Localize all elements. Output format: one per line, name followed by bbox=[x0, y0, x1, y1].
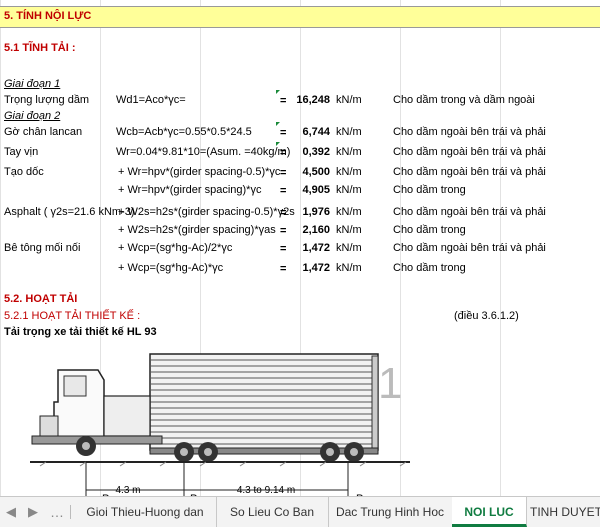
subsection-design-load: 5.2.1 HOẠT TẢI THIẾT KẾ : bbox=[4, 310, 141, 322]
row-unit: kN/m bbox=[336, 242, 362, 254]
row-formula: Wr=0.04*9.81*10=(Asum. =40kg/m) bbox=[116, 146, 291, 158]
row-formula: + Wr=hpv*(girder spacing-0.5)*γc bbox=[118, 166, 281, 178]
row-note: Cho dầm ngoài bên trái và phải bbox=[393, 206, 546, 218]
truck-title: Tải trọng xe tải thiết kế HL 93 bbox=[4, 326, 157, 338]
row-label: Bê tông mối nối bbox=[4, 242, 81, 254]
subsection-title: 5.1 TĨNH TẢI : bbox=[4, 42, 76, 54]
scroll-right-icon[interactable]: ▶ bbox=[28, 504, 38, 520]
row-note: Cho dầm trong bbox=[393, 184, 466, 196]
truck-drawing: 4.3 m 4.3 to 9.14 m P P P 1 bbox=[30, 353, 410, 496]
row-unit: kN/m bbox=[336, 94, 362, 106]
row-note: Cho dầm ngoài bên trái và phải bbox=[393, 242, 546, 254]
clause-ref: (điều 3.6.1.2) bbox=[454, 310, 519, 322]
row-label: Gờ chân lancan bbox=[4, 126, 83, 138]
tab-tinh-duyet[interactable]: TINH DUYET bbox=[526, 497, 600, 527]
row-formula: + Wr=hpv*(girder spacing)*γc bbox=[118, 184, 262, 196]
row-label: Tay vịn bbox=[4, 146, 39, 158]
row-formula: + W2s=h2s*(girder spacing)*γas bbox=[118, 224, 276, 236]
row-note: Cho dầm trong bbox=[393, 224, 466, 236]
row-unit: kN/m bbox=[336, 224, 362, 236]
large-digit: 1 bbox=[378, 359, 402, 408]
row-unit: kN/m bbox=[336, 262, 362, 274]
row-label: Asphalt ( γ2s=21.6 kNm-3) bbox=[4, 206, 135, 218]
dimension-1-label: 4.3 m bbox=[115, 485, 140, 496]
row-formula: + Wcp=(sg*hg-Ac)/2*γc bbox=[118, 242, 233, 254]
row-value[interactable]: 6,744 bbox=[282, 126, 330, 138]
row-value[interactable]: 16,248 bbox=[282, 94, 330, 106]
row-value[interactable]: 4,500 bbox=[282, 166, 330, 178]
comment-marker-icon bbox=[276, 122, 280, 126]
row-note: Cho dầm trong bbox=[393, 262, 466, 274]
row-formula: + Wcp=(sg*hg-Ac)*γc bbox=[118, 262, 224, 274]
more-sheets-icon[interactable]: … bbox=[50, 504, 64, 520]
row-unit: kN/m bbox=[336, 146, 362, 158]
scroll-left-icon[interactable]: ◀ bbox=[6, 504, 16, 520]
row-note: Cho dầm ngoài bên trái và phải bbox=[393, 126, 546, 138]
row-value[interactable]: 1,472 bbox=[282, 262, 330, 274]
row-unit: kN/m bbox=[336, 206, 362, 218]
section-header: 5. TÍNH NỘI LỰC bbox=[0, 6, 600, 28]
row-formula: + W2s=h2s*(girder spacing-0.5)*γ2s bbox=[118, 206, 295, 218]
tab-dac-trung[interactable]: Dac Trung Hinh Hoc bbox=[328, 497, 453, 527]
row-label: Tạo dốc bbox=[4, 166, 44, 178]
row-value[interactable]: 0,392 bbox=[282, 146, 330, 158]
row-value[interactable]: 4,905 bbox=[282, 184, 330, 196]
dimension-2-label: 4.3 to 9.14 m bbox=[237, 485, 295, 496]
stage-2-label: Giai đoạn 2 bbox=[4, 110, 61, 122]
row-unit: kN/m bbox=[336, 166, 362, 178]
tab-noi-luc[interactable]: NOI LUC bbox=[452, 497, 527, 527]
tab-separator bbox=[70, 505, 71, 519]
tab-so-lieu[interactable]: So Lieu Co Ban bbox=[216, 497, 329, 527]
row-formula: Wcb=Acb*γc=0.55*0.5*24.5 bbox=[116, 126, 252, 138]
stage-1-label: Giai đoạn 1 bbox=[4, 78, 61, 90]
worksheet[interactable]: 5. TÍNH NỘI LỰC 5.1 TĨNH TẢI : Giai đoạn… bbox=[0, 0, 600, 496]
row-note: Cho dầm ngoài bên trái và phải bbox=[393, 146, 546, 158]
comment-marker-icon bbox=[276, 142, 280, 146]
row-note: Cho dầm trong và dầm ngoài bbox=[393, 94, 535, 106]
row-unit: kN/m bbox=[336, 184, 362, 196]
row-value[interactable]: 1,976 bbox=[282, 206, 330, 218]
section-title: 5. TÍNH NỘI LỰC bbox=[4, 10, 92, 22]
row-unit: kN/m bbox=[336, 126, 362, 138]
tab-gioi-thieu[interactable]: Gioi Thieu-Huong dan bbox=[74, 497, 217, 527]
row-label: Trọng lượng dầm bbox=[4, 94, 90, 106]
row-value[interactable]: 1,472 bbox=[282, 242, 330, 254]
row-note: Cho dầm ngoài bên trái và phải bbox=[393, 166, 546, 178]
row-formula: Wd1=Aco*γc= bbox=[116, 94, 186, 106]
row-value[interactable]: 2,160 bbox=[282, 224, 330, 236]
sheet-tab-bar: ◀ ▶ … Gioi Thieu-Huong dan So Lieu Co Ba… bbox=[0, 496, 600, 527]
comment-marker-icon bbox=[276, 90, 280, 94]
subsection-live-load: 5.2. HOẠT TẢI bbox=[4, 293, 78, 305]
